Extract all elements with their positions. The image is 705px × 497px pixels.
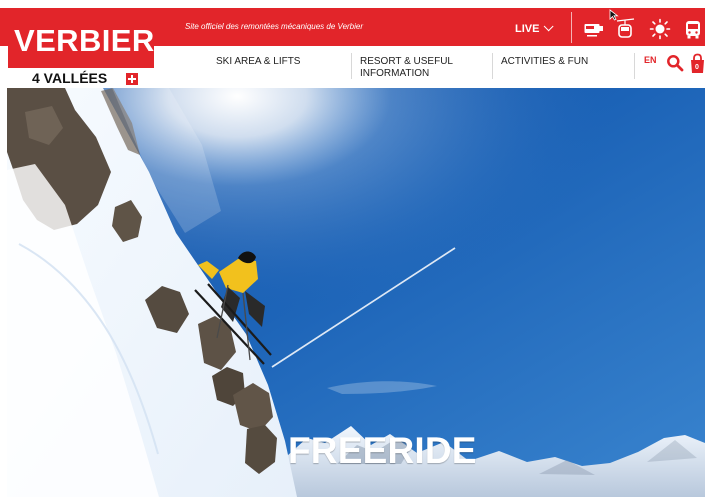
weather-icon[interactable] [648,17,672,41]
cart-count: 0 [695,64,699,71]
nav-separator [492,53,493,79]
nav-item-activities[interactable]: ACTIVITIES & FUN [501,56,588,86]
brand-logo[interactable]: VERBIER 4 VALLÉES [8,20,154,86]
live-button[interactable]: LIVE [515,18,555,40]
nav-separator [634,53,635,79]
cart-button[interactable]: 0 [690,53,705,75]
logo-word: VERBIER [14,23,155,58]
bus-icon[interactable] [681,17,705,41]
search-icon[interactable] [666,54,684,72]
nav-separator [351,53,352,79]
logo-subtitle: 4 VALLÉES [32,70,108,86]
live-label: LIVE [515,23,540,35]
site-tagline: Site officiel des remontées mécaniques d… [185,22,364,31]
page: VERBIER 4 VALLÉES Site officiel des remo… [0,0,705,497]
mouse-cursor-icon [609,9,619,21]
topbar-divider [571,12,572,43]
hero-title: FREERIDE [288,430,477,471]
webcam-icon[interactable] [583,17,607,41]
swiss-cross-icon [126,73,138,85]
nav-item-ski-area[interactable]: SKI AREA & LIFTS [216,56,300,86]
nav-item-resort-info[interactable]: RESORT & USEFUL INFORMATION [360,56,472,86]
main-navigation: SKI AREA & LIFTS RESORT & USEFUL INFORMA… [180,52,705,82]
language-selector[interactable]: EN [644,55,657,65]
